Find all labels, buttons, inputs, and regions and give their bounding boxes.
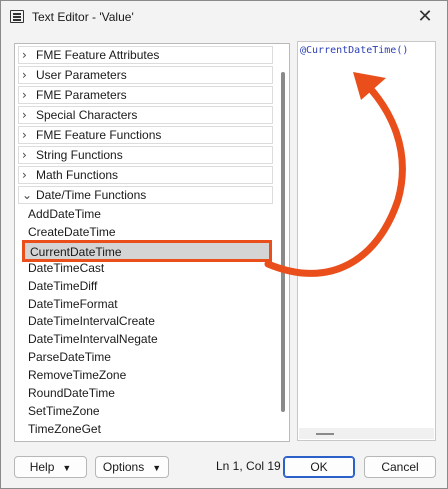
function-item[interactable]: ParseDateTime: [28, 349, 111, 366]
category-label: User Parameters: [36, 68, 127, 82]
cancel-button[interactable]: Cancel: [364, 456, 436, 478]
function-item[interactable]: SetTimeZone: [28, 403, 100, 420]
category-row[interactable]: › String Functions: [18, 146, 273, 164]
function-tree: › FME Feature Attributes › User Parameters ›…: [14, 43, 290, 442]
chevron-down-icon: ▼: [62, 463, 72, 473]
ok-button[interactable]: OK: [283, 456, 355, 478]
category-row[interactable]: › FME Feature Functions: [18, 126, 273, 144]
dialog-footer: Help ▼ Options ▼ Ln 1, Col 19 OK Cancel: [1, 451, 447, 487]
chevron-right-icon: ›: [22, 108, 27, 122]
window-title: Text Editor - 'Value': [32, 10, 134, 24]
options-button[interactable]: Options ▼: [95, 456, 169, 478]
chevron-down-icon: ⌄: [22, 188, 33, 202]
close-button[interactable]: ✕: [403, 1, 447, 33]
expression-editor[interactable]: @CurrentDateTime(): [297, 41, 436, 441]
chevron-down-icon: ▼: [152, 463, 162, 473]
chevron-right-icon: ›: [22, 168, 27, 182]
category-label: Date/Time Functions: [36, 188, 147, 202]
function-item[interactable]: DateTimeIntervalNegate: [28, 331, 158, 348]
text-editor-dialog: Text Editor - 'Value' ✕ › FME Feature Att…: [0, 0, 448, 489]
category-row[interactable]: › FME Parameters: [18, 86, 273, 104]
category-row[interactable]: › FME Feature Attributes: [18, 46, 273, 64]
chevron-right-icon: ›: [22, 128, 27, 142]
help-button[interactable]: Help ▼: [14, 456, 87, 478]
chevron-right-icon: ›: [22, 48, 27, 62]
category-label: FME Parameters: [36, 88, 127, 102]
editor-horizontal-scrollbar[interactable]: [299, 428, 434, 439]
category-label: Math Functions: [36, 168, 119, 182]
function-item[interactable]: DateTimeIntervalCreate: [28, 313, 155, 330]
function-item[interactable]: RoundDateTime: [28, 385, 115, 402]
cursor-position-status: Ln 1, Col 19: [216, 459, 281, 473]
function-item[interactable]: AddDateTime: [28, 206, 101, 223]
function-item-selected[interactable]: CurrentDateTime: [22, 240, 272, 262]
function-item[interactable]: DateTimeDiff: [28, 278, 97, 295]
category-row[interactable]: ⌄ Date/Time Functions: [18, 186, 273, 204]
category-label: Special Characters: [36, 108, 138, 122]
editor-expression-text[interactable]: @CurrentDateTime(): [300, 45, 408, 56]
title-bar: Text Editor - 'Value' ✕: [1, 1, 447, 33]
function-item[interactable]: CreateDateTime: [28, 224, 116, 241]
function-item[interactable]: DateTimeFormat: [28, 296, 118, 313]
function-item[interactable]: TimeZoneGet: [28, 421, 101, 438]
category-label: String Functions: [36, 148, 123, 162]
help-button-label: Help: [29, 460, 55, 474]
category-row[interactable]: › Math Functions: [18, 166, 273, 184]
options-button-label: Options: [102, 460, 145, 474]
scrollbar-thumb[interactable]: [316, 433, 334, 435]
chevron-right-icon: ›: [22, 88, 27, 102]
text-editor-icon: [10, 10, 24, 23]
category-label: FME Feature Attributes: [36, 48, 160, 62]
chevron-right-icon: ›: [22, 68, 27, 82]
function-item[interactable]: RemoveTimeZone: [28, 367, 126, 384]
tree-scrollbar[interactable]: [281, 72, 285, 412]
function-item[interactable]: DateTimeCast: [28, 260, 104, 277]
function-label: CurrentDateTime: [30, 245, 122, 259]
category-label: FME Feature Functions: [36, 128, 162, 142]
category-row[interactable]: › Special Characters: [18, 106, 273, 124]
chevron-right-icon: ›: [22, 148, 27, 162]
category-row[interactable]: › User Parameters: [18, 66, 273, 84]
